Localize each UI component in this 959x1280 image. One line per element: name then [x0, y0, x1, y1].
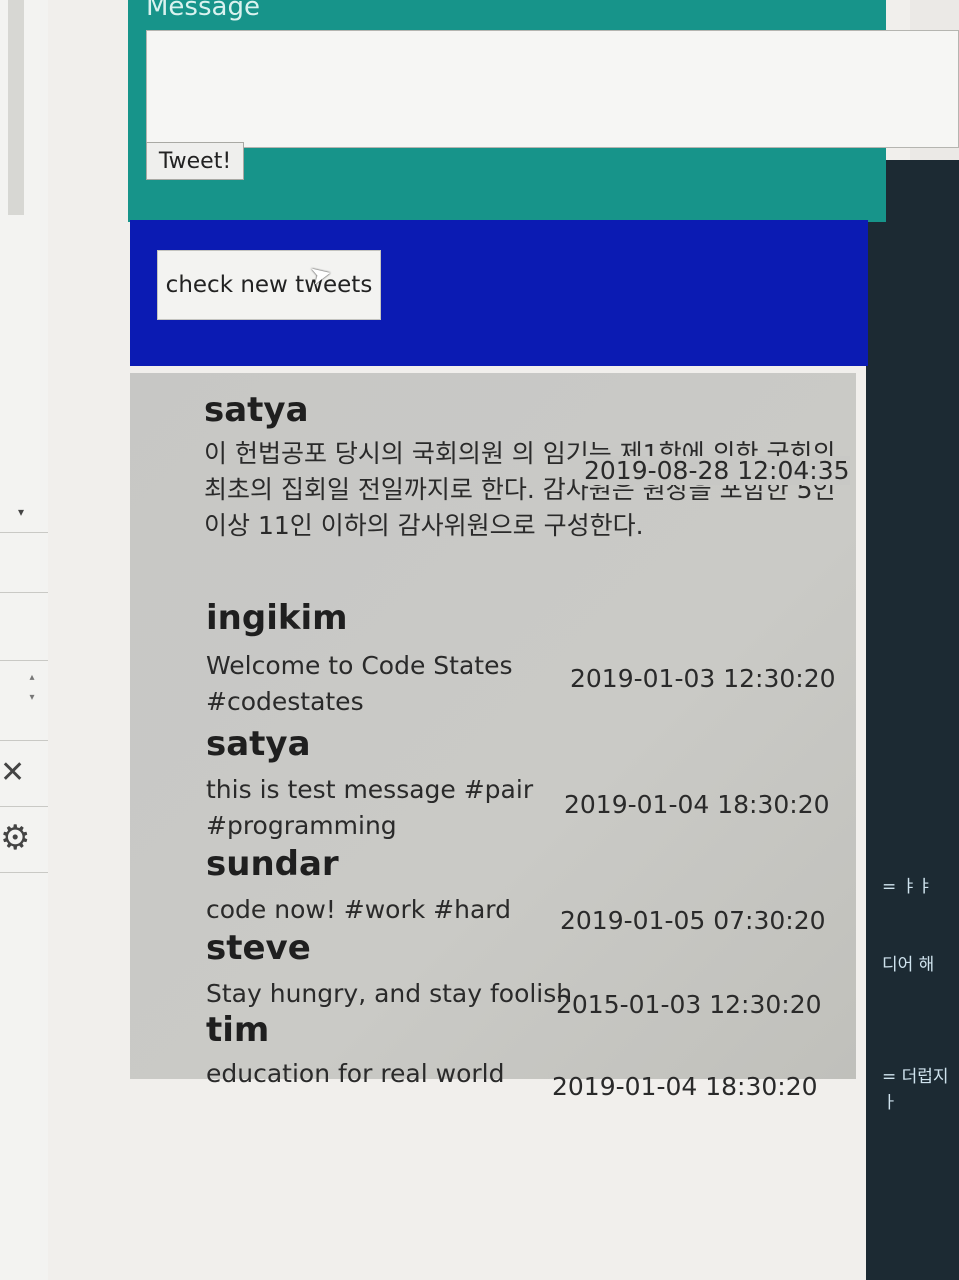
tweet-username[interactable]: tim: [206, 1010, 269, 1050]
tweet-message: Stay hungry, and stay foolish: [206, 979, 573, 1008]
tweet-message: code now! #work #hard: [206, 895, 512, 924]
tweet-date: 2019-01-05 07:30:20: [560, 906, 826, 935]
tweet-username[interactable]: satya: [204, 390, 309, 430]
tweet-message: 이 헌법공포 당시의 국회의원 의 임기는 제1항에 의한 국회의 최초의 집회…: [204, 436, 844, 544]
left-scrollbar[interactable]: [8, 0, 24, 215]
gear-icon[interactable]: ⚙: [0, 818, 30, 858]
right-panel-line: = 더럽지: [882, 1067, 949, 1087]
tweet-date: 2019-01-03 12:30:20: [570, 664, 836, 693]
right-panel-line: ㅏ: [882, 1093, 898, 1113]
tweet-username[interactable]: sundar: [206, 844, 339, 884]
divider: [0, 740, 48, 741]
tweet-username[interactable]: ingikim: [206, 598, 348, 638]
tweet-username[interactable]: satya: [206, 724, 311, 764]
tweet-date: 2019-08-28 12:04:35: [582, 456, 850, 485]
message-label: Message: [146, 0, 260, 22]
mini-scrollbar[interactable]: ▴ ▾: [22, 668, 42, 732]
chevron-down-icon[interactable]: ▾: [18, 505, 24, 519]
right-dark-panel: = ㅑㅑ 디어 해 = 더럽지 ㅏ: [866, 160, 959, 1280]
tweet-button[interactable]: Tweet!: [146, 142, 244, 180]
divider: [0, 872, 48, 873]
divider: [0, 592, 48, 593]
tweet-username[interactable]: steve: [206, 928, 311, 968]
divider: [0, 806, 48, 807]
divider: [0, 532, 48, 533]
right-panel-line: = ㅑㅑ: [882, 877, 933, 897]
divider: [0, 660, 48, 661]
tweet-date: 2019-01-04 18:30:20: [552, 1072, 818, 1101]
tweet-message: this is test message #pair #programming: [206, 775, 534, 840]
tweet-message: Welcome to Code States #codestates: [206, 651, 513, 716]
tweet-date: 2019-01-04 18:30:20: [564, 790, 830, 819]
tweet-message: education for real world: [206, 1059, 505, 1088]
right-panel-line: 디어 해: [882, 955, 935, 975]
check-new-tweets-button[interactable]: check new tweets: [157, 250, 381, 320]
tweet-message-text: 이 헌법공포 당시의 국회의원 의 임기는 제1항에 의한 국회의 최초의 집회…: [204, 439, 836, 540]
close-icon[interactable]: ✕: [0, 755, 25, 790]
message-input[interactable]: [146, 30, 959, 148]
left-editor-strip: ▾ ▴ ▾ ✕ ⚙: [0, 0, 49, 1280]
tweet-date: 2015-01-03 12:30:20: [556, 990, 822, 1019]
